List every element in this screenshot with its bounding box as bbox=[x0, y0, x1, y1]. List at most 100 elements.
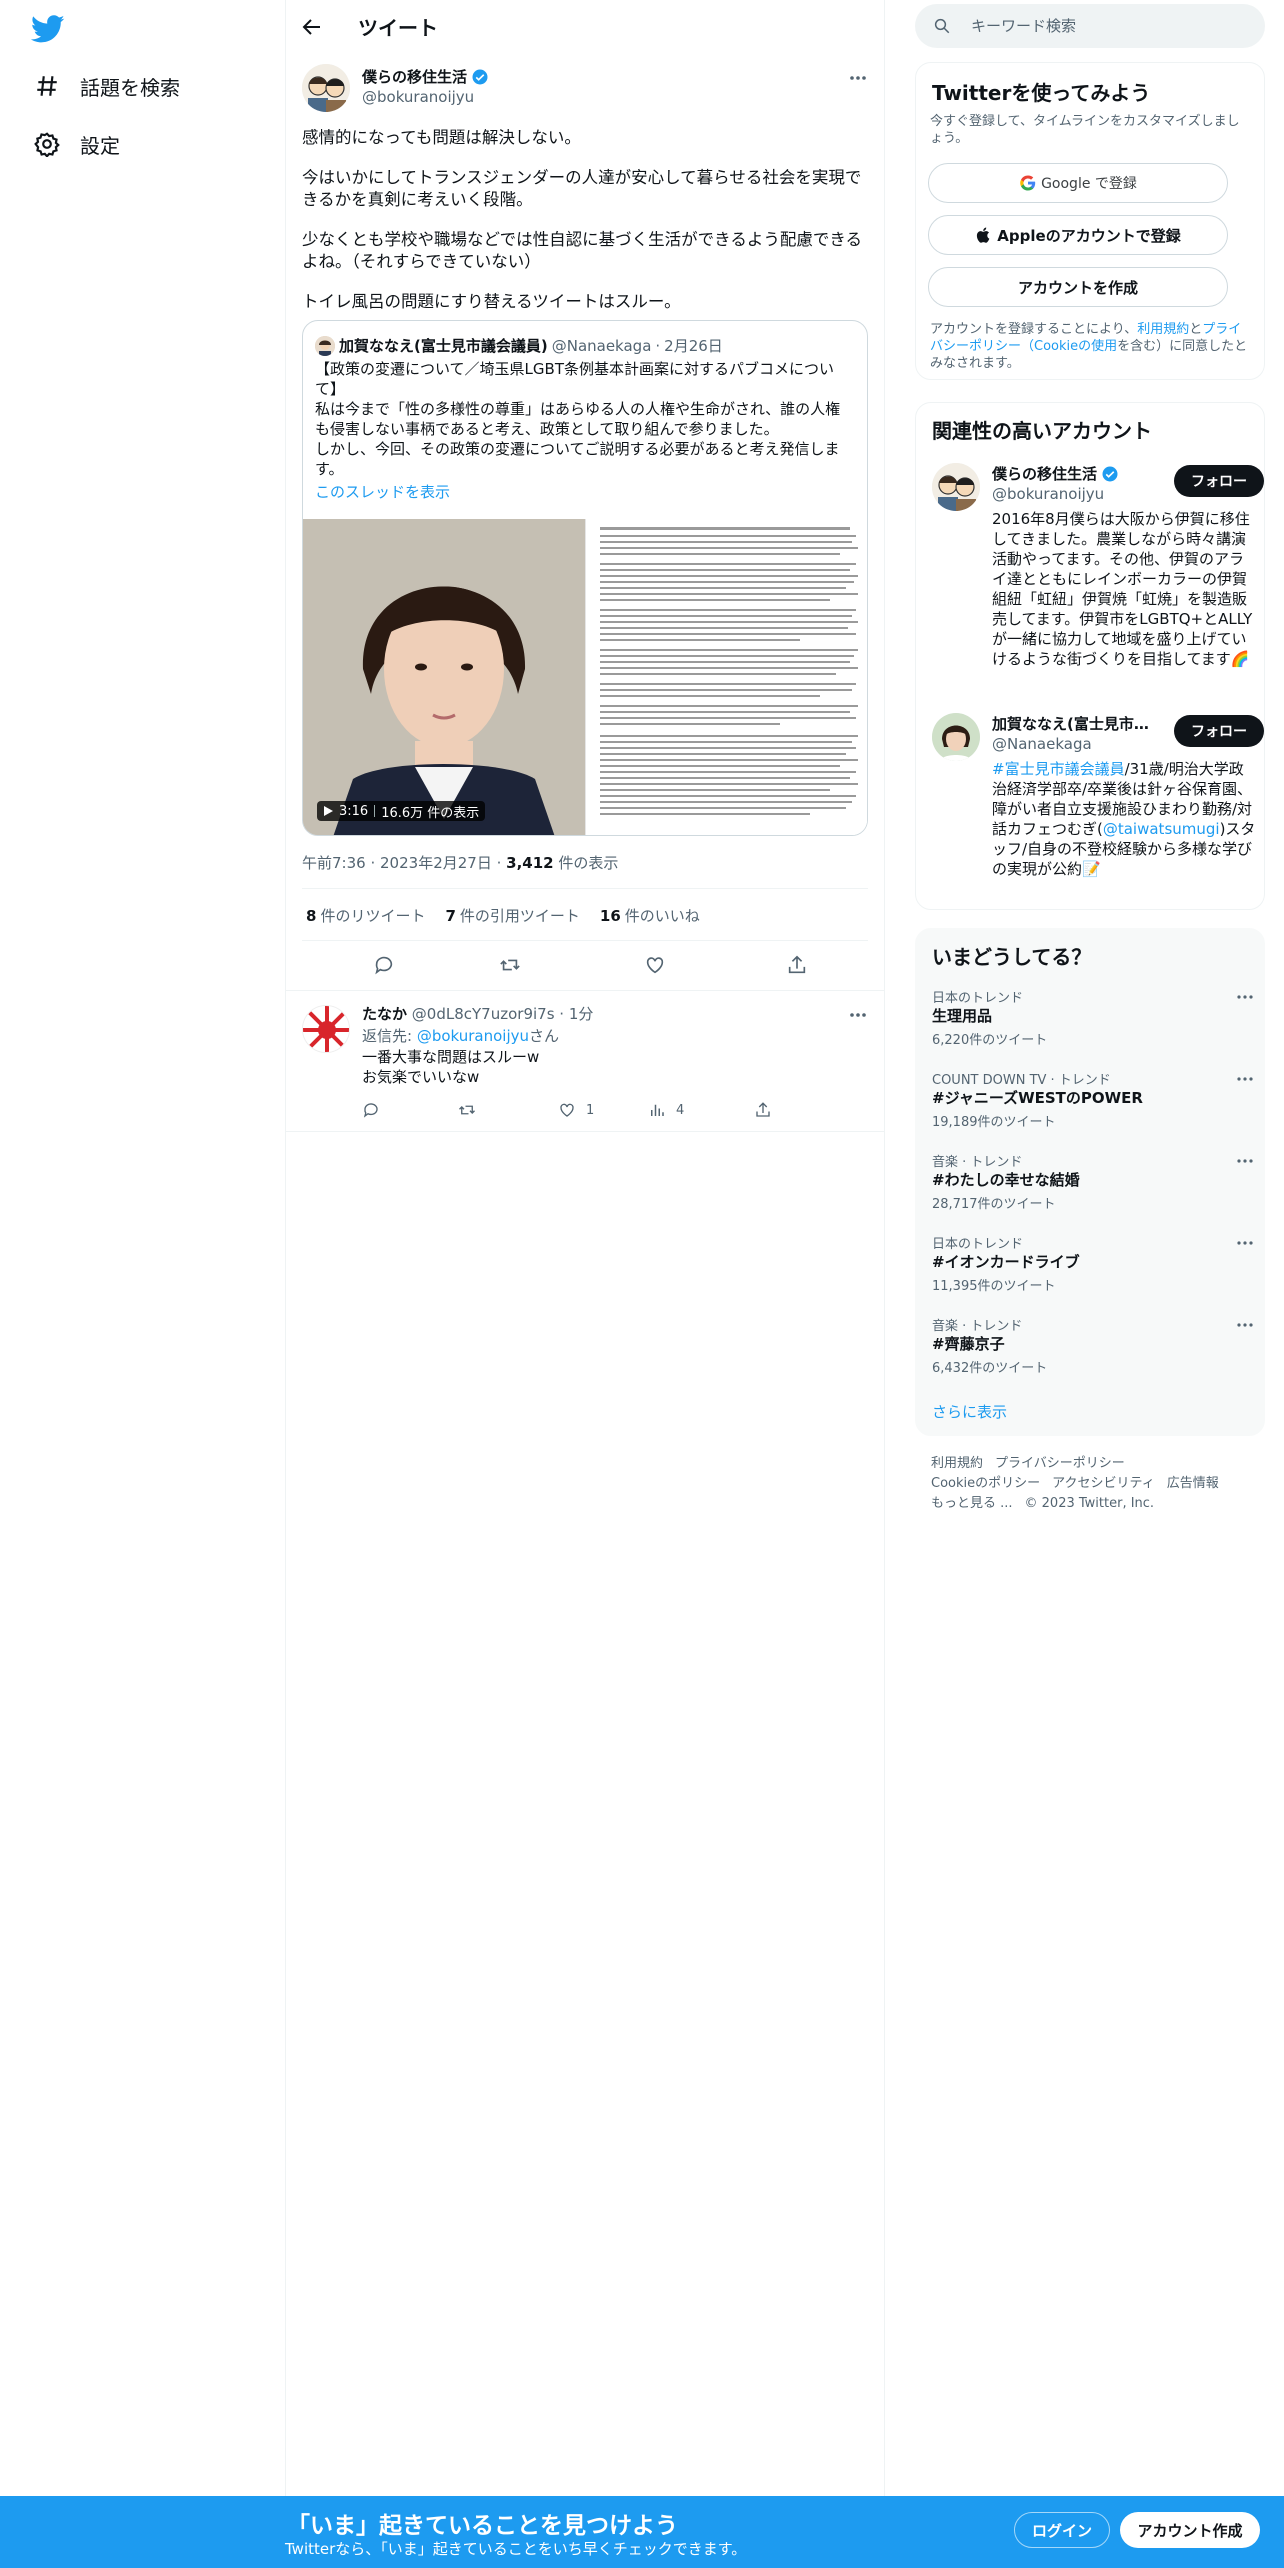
reply-time[interactable]: 1分 bbox=[569, 1005, 594, 1023]
retweet-icon[interactable] bbox=[499, 954, 521, 976]
share-icon[interactable] bbox=[786, 954, 808, 976]
footer-ads-link[interactable]: 広告情報 bbox=[1167, 1476, 1219, 1491]
related-title: 関連性の高いアカウント bbox=[932, 419, 1152, 443]
account-avatar[interactable] bbox=[932, 713, 980, 761]
tweet-meta: 午前7:36 · 2023年2月27日 · 3,412 件の表示 bbox=[302, 852, 618, 873]
apple-signup-button[interactable]: Appleのアカウントで登録 bbox=[928, 215, 1228, 255]
login-button[interactable]: ログイン bbox=[1014, 2512, 1110, 2548]
more-options-icon[interactable] bbox=[1236, 991, 1254, 1003]
share-icon bbox=[756, 1102, 770, 1117]
footer-cookie-link[interactable]: Cookieのポリシー bbox=[931, 1476, 1040, 1491]
reply-text: 一番大事な問題はスルーw お気楽でいいなw bbox=[362, 1048, 540, 1086]
more-options-icon[interactable] bbox=[1236, 1073, 1254, 1085]
trend-count: 6,432件のツイート bbox=[932, 1361, 1048, 1376]
tweet-paragraph: 感情的になっても問題は解決しない。 bbox=[302, 128, 581, 147]
verified-badge-icon bbox=[472, 69, 488, 84]
twitter-logo-icon[interactable] bbox=[30, 12, 66, 46]
quotes-stat[interactable]: 7 件の引用ツイート bbox=[445, 905, 579, 926]
author-name[interactable]: 僕らの移住生活 bbox=[362, 66, 489, 87]
more-options-icon[interactable] bbox=[1236, 1319, 1254, 1331]
retweets-stat[interactable]: 8 件のリツイート bbox=[306, 905, 425, 926]
footer-privacy-link[interactable]: プライバシーポリシー bbox=[995, 1456, 1125, 1471]
nav-explore[interactable]: 話題を検索 bbox=[34, 66, 180, 106]
reply-like-button[interactable]: 1 bbox=[558, 1101, 594, 1119]
trend-name: #ジャニーズWESTのPOWER bbox=[932, 1089, 1143, 1107]
account-name[interactable]: 僕らの移住生活 bbox=[992, 463, 1152, 484]
reply-share-button[interactable] bbox=[754, 1101, 782, 1119]
views-label: 件の表示 bbox=[558, 854, 619, 872]
reply-tweet[interactable]: たなか @0dL8cY7uzor9i7s · 1分 返信先: @bokurano… bbox=[286, 990, 884, 1132]
trend-context: 日本のトレンド bbox=[932, 1237, 1024, 1252]
reply-header: たなか @0dL8cY7uzor9i7s · 1分 bbox=[362, 1003, 593, 1024]
document-image[interactable] bbox=[585, 519, 867, 835]
video-duration: 3:16 bbox=[339, 803, 369, 819]
trend-context: 音楽 · トレンド bbox=[932, 1155, 1023, 1170]
terms-link[interactable]: 利用規約 bbox=[1137, 322, 1189, 337]
reply-retweet-button[interactable] bbox=[458, 1101, 486, 1119]
likes-stat[interactable]: 16 件のいいね bbox=[600, 905, 700, 926]
reply-author-name[interactable]: たなか bbox=[362, 1005, 407, 1023]
tweet-date[interactable]: 2023年2月27日 bbox=[380, 854, 492, 872]
play-icon bbox=[324, 806, 333, 816]
trend-count: 19,189件のツイート bbox=[932, 1115, 1056, 1130]
trend-item[interactable]: 音楽 · トレンド #齊藤京子 6,432件のツイート bbox=[932, 1315, 1254, 1387]
replying-to-mention[interactable]: @bokuranoijyu bbox=[417, 1027, 529, 1045]
nav-settings[interactable]: 設定 bbox=[34, 124, 120, 164]
account-avatar[interactable] bbox=[932, 463, 980, 511]
create-account-label: アカウントを作成 bbox=[1017, 278, 1138, 297]
bio-hashtag-link[interactable]: #富士見市議会議員 bbox=[992, 760, 1125, 778]
verified-badge-icon bbox=[1102, 466, 1118, 481]
search-box[interactable] bbox=[915, 4, 1265, 48]
reply-author-handle[interactable]: @0dL8cY7uzor9i7s bbox=[412, 1005, 555, 1023]
trend-item[interactable]: 日本のトレンド 生理用品 6,220件のツイート bbox=[932, 987, 1254, 1059]
google-signup-label: Google で登録 bbox=[1041, 176, 1137, 192]
create-account-button[interactable]: アカウントを作成 bbox=[928, 267, 1228, 307]
video-thumbnail[interactable]: 3:16 16.6万 件の表示 bbox=[303, 519, 585, 835]
show-more-trends-link[interactable]: さらに表示 bbox=[932, 1401, 1007, 1422]
like-icon[interactable] bbox=[644, 954, 666, 976]
footer-copyright: © 2023 Twitter, Inc. bbox=[1024, 1496, 1155, 1511]
trend-item[interactable]: 音楽 · トレンド #わたしの幸せな結婚 28,717件のツイート bbox=[932, 1151, 1254, 1223]
footer-accessibility-link[interactable]: アクセシビリティ bbox=[1052, 1476, 1155, 1491]
reply-reply-button[interactable] bbox=[362, 1101, 390, 1119]
dot-separator: · bbox=[496, 854, 507, 872]
more-options-icon[interactable] bbox=[848, 70, 868, 86]
signup-button[interactable]: アカウント作成 bbox=[1120, 2512, 1260, 2548]
trend-name: #齊藤京子 bbox=[932, 1335, 1005, 1353]
reply-views-button[interactable]: 4 bbox=[648, 1101, 684, 1119]
follow-button[interactable]: フォロー bbox=[1174, 715, 1264, 747]
google-signup-button[interactable]: Google で登録 bbox=[928, 163, 1228, 203]
reply-author-avatar[interactable] bbox=[302, 1005, 350, 1053]
quoted-tweet[interactable]: 加賀ななえ(富士見市議会議員) @Nanaekaga · 2月26日 【政策の変… bbox=[302, 320, 868, 836]
trend-item[interactable]: 日本のトレンド #イオンカードライブ 11,395件のツイート bbox=[932, 1233, 1254, 1305]
reply-like-count: 1 bbox=[586, 1102, 595, 1118]
author-avatar[interactable] bbox=[302, 64, 350, 112]
show-thread-link[interactable]: このスレッドを表示 bbox=[315, 481, 450, 502]
reply-icon[interactable] bbox=[373, 954, 395, 976]
account-name[interactable]: 加賀ななえ(富士見市議会議員) bbox=[992, 713, 1152, 734]
trend-context: 音楽 · トレンド bbox=[932, 1319, 1023, 1334]
footer-more-link[interactable]: もっと見る ... bbox=[931, 1496, 1013, 1511]
search-input[interactable] bbox=[971, 17, 1241, 35]
follow-button[interactable]: フォロー bbox=[1174, 465, 1264, 497]
bio-mention-link[interactable]: @taiwatsumugi bbox=[1103, 820, 1220, 838]
tweet-time[interactable]: 午前7:36 bbox=[302, 854, 366, 872]
signup-subtitle: 今すぐ登録して、タイムラインをカスタマイズしましょう。 bbox=[930, 114, 1240, 146]
quoted-tweet-header: 加賀ななえ(富士見市議会議員) @Nanaekaga · 2月26日 bbox=[315, 335, 723, 356]
page-title: ツイート bbox=[358, 16, 438, 40]
nav-settings-label: 設定 bbox=[80, 133, 120, 158]
hashtag-icon bbox=[37, 76, 57, 96]
trend-count: 28,717件のツイート bbox=[932, 1197, 1056, 1212]
signup-legal: アカウントを登録することにより、利用規約とプライバシーポリシー（Cookieの使… bbox=[930, 322, 1248, 371]
author-handle[interactable]: @bokuranoijyu bbox=[362, 88, 474, 106]
back-arrow-icon[interactable] bbox=[300, 15, 324, 39]
more-options-icon[interactable] bbox=[1236, 1155, 1254, 1167]
reply-views-count: 4 bbox=[676, 1102, 685, 1118]
footer-links: 利用規約 プライバシーポリシー Cookieのポリシー アクセシビリティ 広告情報 も… bbox=[931, 1454, 1251, 1514]
more-options-icon[interactable] bbox=[1236, 1237, 1254, 1249]
more-options-icon[interactable] bbox=[848, 1007, 868, 1023]
trend-item[interactable]: COUNT DOWN TV · トレンド #ジャニーズWESTのPOWER 19… bbox=[932, 1069, 1254, 1141]
footer-terms-link[interactable]: 利用規約 bbox=[931, 1456, 983, 1471]
apple-signup-label: Appleのアカウントで登録 bbox=[997, 226, 1181, 245]
gear-icon bbox=[34, 132, 60, 157]
